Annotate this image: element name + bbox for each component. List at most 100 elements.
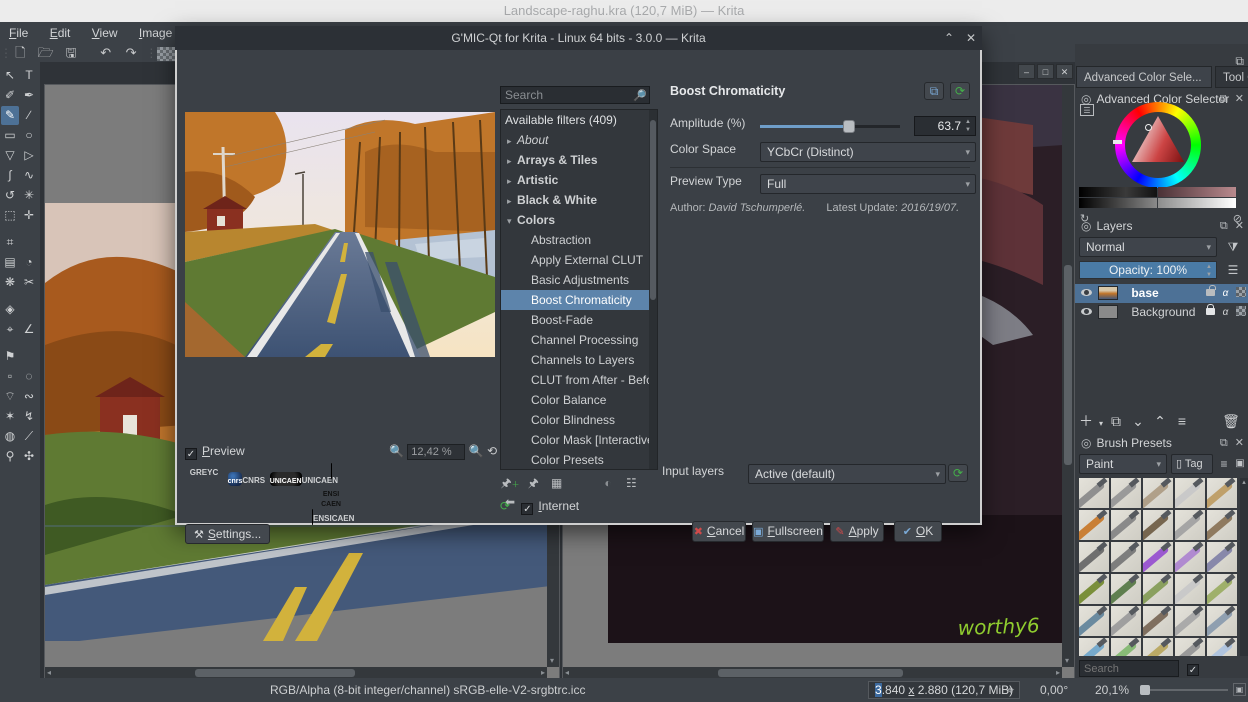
pointer-mode-icon[interactable]: ⌖ xyxy=(1007,678,1014,702)
brush-preset-tile[interactable] xyxy=(1079,606,1109,636)
spin-arrows[interactable]: ▲ ▼ xyxy=(962,118,974,134)
scroll-left-icon[interactable]: ◂ xyxy=(47,667,51,678)
cancel-button[interactable]: ✖ Cancel xyxy=(692,521,746,542)
brush-preset-tile[interactable] xyxy=(1079,574,1109,604)
pan-tool[interactable]: ✣ xyxy=(20,447,38,466)
scroll-left-icon[interactable]: ◂ xyxy=(565,667,569,678)
filter-boost-fade[interactable]: Boost-Fade xyxy=(501,310,657,330)
subwindow-close-icon[interactable]: ✕ xyxy=(1056,64,1073,79)
gmic-titlebar[interactable]: G'MIC-Qt for Krita - Linux 64 bits - 3.0… xyxy=(175,26,982,50)
select-shapes-tool[interactable]: ↖ xyxy=(1,66,19,85)
smart-patch-tool[interactable]: ✂ xyxy=(20,273,38,292)
layer-properties-button[interactable]: ≡ xyxy=(1171,410,1193,432)
add-layer-button[interactable]: ＋ xyxy=(1075,410,1097,432)
filter-boost-chromaticity[interactable]: Boost Chromaticity xyxy=(501,290,657,310)
scroll-down-icon[interactable]: ▾ xyxy=(550,655,554,667)
float-docker-icon[interactable]: ⧉ xyxy=(1220,220,1228,232)
inherit-alpha-icon[interactable] xyxy=(1233,284,1248,303)
brush-preset-tile[interactable] xyxy=(1207,542,1237,572)
inherit-alpha-icon[interactable] xyxy=(1233,303,1248,322)
open-document-icon[interactable]: 🗁 xyxy=(35,44,57,62)
polygon-tool[interactable]: ▽ xyxy=(1,146,19,165)
delete-layer-button[interactable]: 🗑 xyxy=(1220,410,1242,432)
measure-tool[interactable]: ∠ xyxy=(20,320,38,339)
brush-preset-tile[interactable] xyxy=(1143,574,1173,604)
brush-search-input[interactable] xyxy=(1079,660,1179,677)
lightness-bar-1[interactable] xyxy=(1079,198,1157,208)
zoom-tool[interactable]: ⚲ xyxy=(1,447,19,466)
float-docker-icon[interactable]: ⧉ xyxy=(1220,93,1228,105)
ok-button[interactable]: ✔ OK xyxy=(894,521,942,542)
brush-preset-tile[interactable] xyxy=(1079,510,1109,540)
freehand-brush-tool[interactable]: ✎ xyxy=(1,106,19,125)
refresh-layers-icon[interactable]: ⟳ xyxy=(948,464,968,482)
brush-preset-tile[interactable] xyxy=(1111,542,1141,572)
brush-preset-tile[interactable] xyxy=(1175,478,1205,508)
transform-tool[interactable]: ⬚ xyxy=(1,206,19,225)
visibility-eye-icon[interactable] xyxy=(1081,308,1092,315)
zoom-slider-handle[interactable] xyxy=(1140,685,1150,695)
close-docker-icon[interactable]: ✕ xyxy=(1235,220,1244,232)
fullscreen-button[interactable]: ▣ Fullscreen xyxy=(752,521,824,542)
freehand-select-tool[interactable]: ∾ xyxy=(20,387,38,406)
brush-preset-tile[interactable] xyxy=(1175,574,1205,604)
scroll-down-icon[interactable]: ▾ xyxy=(1065,655,1069,667)
dialog-shade-icon[interactable]: ⌃ xyxy=(938,26,960,50)
save-icon[interactable]: 🖫 xyxy=(60,44,82,62)
opacity-slider[interactable]: Opacity: 100% ▲ ▼ xyxy=(1079,261,1217,279)
rect-select-tool[interactable]: ▫ xyxy=(1,367,19,386)
brush-preset-tile[interactable] xyxy=(1079,638,1109,656)
filter-category-arrays-tiles[interactable]: ▸ Arrays & Tiles xyxy=(501,150,657,170)
filter-color-mask-interactive[interactable]: Color Mask [Interactive] xyxy=(501,430,657,450)
apply-button[interactable]: ✎ Apply xyxy=(830,521,884,542)
shade-bar-1[interactable] xyxy=(1079,187,1157,197)
copy-command-icon[interactable]: ⧉ xyxy=(924,82,944,100)
filter-color-balance[interactable]: Color Balance xyxy=(501,390,657,410)
bezier-select-tool[interactable]: ◍ xyxy=(1,427,19,446)
new-document-icon[interactable]: 🗋 xyxy=(9,44,31,62)
filter-category-black-white[interactable]: ▸ Black & White xyxy=(501,190,657,210)
layer-thumbnail[interactable] xyxy=(1098,305,1118,319)
edit-shapes-tool[interactable]: ✐ xyxy=(1,86,19,105)
float-docker-icon[interactable]: ⧉ xyxy=(1220,437,1228,449)
freehand-path-tool[interactable]: ∿ xyxy=(20,166,38,185)
brush-preset-tile[interactable] xyxy=(1207,478,1237,508)
layer-filter-icon[interactable]: ⧩ xyxy=(1223,237,1243,257)
filter-channels-to-layers[interactable]: Channels to Layers xyxy=(501,350,657,370)
move-layer-down-button[interactable]: ⌄ xyxy=(1127,410,1149,432)
zoom-reset-icon[interactable]: ⟲ xyxy=(487,444,497,458)
hscroll-thumb[interactable] xyxy=(195,669,355,677)
alpha-lock-icon[interactable]: α xyxy=(1218,284,1233,303)
tab-tool-options[interactable]: Tool Opt... xyxy=(1215,66,1248,88)
list-mode-icon[interactable]: ☷ xyxy=(621,476,641,490)
menu-edit[interactable]: Edit xyxy=(41,22,80,44)
brush-preset-tile[interactable] xyxy=(1175,638,1205,656)
gradient-swatch[interactable] xyxy=(156,46,175,61)
add-fave-icon[interactable]: 🖈＋ xyxy=(500,474,520,495)
brush-preset-tile[interactable] xyxy=(1175,606,1205,636)
filter-category-about[interactable]: ▸ About xyxy=(501,130,657,150)
color-sampler-tool[interactable]: ◔ xyxy=(20,253,38,272)
filter-channel-processing[interactable]: Channel Processing xyxy=(501,330,657,350)
layer-row-background[interactable]: Background α xyxy=(1075,303,1248,322)
brush-preset-tile[interactable] xyxy=(1143,638,1173,656)
shade-bar-2[interactable] xyxy=(1158,187,1236,197)
brush-preset-tile[interactable] xyxy=(1111,606,1141,636)
brush-preset-tile[interactable] xyxy=(1111,510,1141,540)
layer-lock-icon[interactable] xyxy=(1203,303,1218,322)
brush-preset-tile[interactable] xyxy=(1143,478,1173,508)
brush-preset-tile[interactable] xyxy=(1143,606,1173,636)
window-titlebar[interactable]: Landscape-raghu.kra (120,7 MiB) — Krita xyxy=(0,0,1248,22)
brush-presets-scrollbar[interactable]: ▴ xyxy=(1240,478,1248,656)
dialog-close-icon[interactable]: ✕ xyxy=(960,26,982,50)
brush-preset-tile[interactable] xyxy=(1207,606,1237,636)
color-selector-settings-icon[interactable]: ☰ xyxy=(1080,104,1094,116)
layer-thumbnail[interactable] xyxy=(1098,286,1118,300)
crop-tool[interactable]: ⌗ xyxy=(1,233,19,252)
contiguous-select-tool[interactable]: ✶ xyxy=(1,407,19,426)
lightness-bar-2[interactable] xyxy=(1158,198,1236,208)
scroll-right-icon[interactable]: ▸ xyxy=(1056,667,1060,678)
bezier-curve-tool[interactable]: ∫ xyxy=(1,166,19,185)
gradient-tool[interactable]: ▤ xyxy=(1,253,19,272)
brush-category-dropdown[interactable]: Paint ▾ xyxy=(1079,454,1167,474)
